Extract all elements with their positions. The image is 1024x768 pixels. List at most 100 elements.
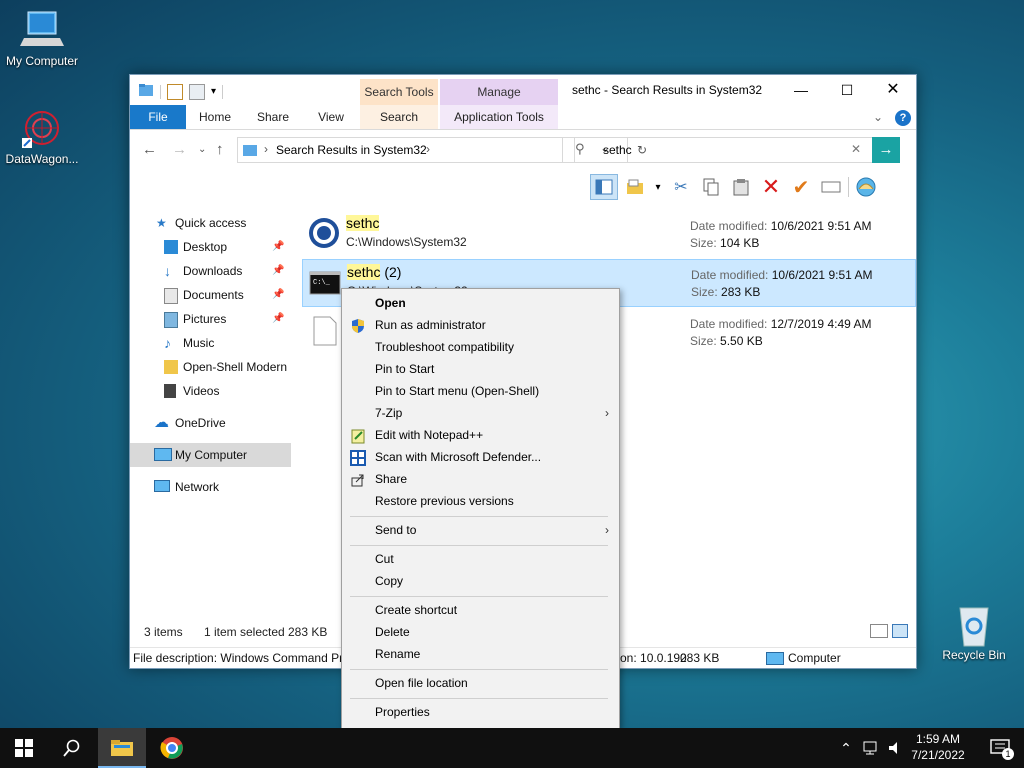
pin-icon[interactable]: 📌 xyxy=(272,235,284,259)
help-icon[interactable]: ? xyxy=(894,105,912,129)
location-label: Computer xyxy=(788,651,841,665)
breadcrumb-separator: › xyxy=(426,142,430,156)
file-size: Size: 104 KB xyxy=(690,236,760,250)
sidebar-item-quick-access[interactable]: ★ Quick access xyxy=(130,211,290,235)
file-name: sethc (2) xyxy=(347,264,402,280)
context-menu: Open Run as administrator Troubleshoot c… xyxy=(341,288,620,729)
chrome-taskbar-button[interactable] xyxy=(148,728,196,768)
search-button[interactable] xyxy=(48,728,96,768)
tab-home[interactable]: Home xyxy=(190,105,240,129)
menu-item-scan-with-defender[interactable]: Scan with Microsoft Defender... xyxy=(342,446,619,468)
divider xyxy=(222,84,224,99)
forward-button[interactable]: → xyxy=(172,141,187,158)
tab-application-tools[interactable]: Application Tools xyxy=(440,105,558,129)
sidebar-item-label: OneDrive xyxy=(175,416,226,430)
search-input[interactable]: sethc xyxy=(603,143,632,157)
sidebar-item-my-computer[interactable]: My Computer xyxy=(130,443,291,467)
search-box[interactable]: ⚲ sethc ✕ xyxy=(562,137,874,163)
sidebar-item-onedrive[interactable]: ☁ OneDrive xyxy=(130,411,290,435)
menu-item-delete[interactable]: Delete xyxy=(342,621,619,643)
menu-item-pin-to-start-menu-open-shell[interactable]: Pin to Start menu (Open-Shell) xyxy=(342,380,619,402)
search-go-button[interactable]: → xyxy=(872,137,900,163)
search-tools-header: Search Tools xyxy=(360,79,438,105)
large-icons-view-icon[interactable] xyxy=(892,624,908,638)
music-icon: ♪ xyxy=(164,335,171,351)
notification-count-badge: 1 xyxy=(1002,748,1014,760)
menu-item-share[interactable]: Share xyxy=(342,468,619,490)
pin-icon[interactable]: 📌 xyxy=(272,283,284,307)
breadcrumb[interactable]: Search Results in System32 xyxy=(276,143,427,157)
tab-view[interactable]: View xyxy=(306,105,356,129)
computer-icon xyxy=(20,10,64,50)
menu-item-run-as-administrator[interactable]: Run as administrator xyxy=(342,314,619,336)
minimize-button[interactable]: — xyxy=(778,75,824,105)
details-view-icon[interactable] xyxy=(870,624,888,638)
recent-locations-button[interactable]: ⌄ xyxy=(198,144,206,155)
network-icon xyxy=(154,480,170,492)
maximize-button[interactable]: ☐ xyxy=(824,75,870,105)
sidebar-item-music[interactable]: ♪ Music xyxy=(130,331,290,355)
folder-icon xyxy=(164,360,178,374)
sidebar-item-network[interactable]: Network xyxy=(130,475,290,499)
menu-item-rename[interactable]: Rename xyxy=(342,643,619,665)
desktop-icon-datawagon[interactable]: DataWagon... xyxy=(0,108,84,166)
menu-item-edit-with-notepad[interactable]: Edit with Notepad++ xyxy=(342,424,619,446)
menu-item-properties[interactable]: Properties xyxy=(342,701,619,723)
back-button[interactable]: ← xyxy=(142,141,157,158)
sidebar-item-documents[interactable]: Documents 📌 xyxy=(130,283,290,307)
desktop-icon-recycle-bin[interactable]: Recycle Bin xyxy=(932,604,1016,662)
volume-icon[interactable] xyxy=(882,728,908,768)
menu-item-cut[interactable]: Cut xyxy=(342,548,619,570)
action-center-button[interactable]: 1 xyxy=(976,728,1024,768)
start-button[interactable] xyxy=(0,728,48,768)
address-bar[interactable]: › Search Results in System32 › ⌄ ↻ xyxy=(237,137,647,163)
chevron-down-icon[interactable]: ⌄ xyxy=(870,105,886,129)
menu-item-pin-to-start[interactable]: Pin to Start xyxy=(342,358,619,380)
menu-item-send-to[interactable]: Send to › xyxy=(342,519,619,541)
menu-item-open[interactable]: Open xyxy=(342,292,619,314)
chevron-down-icon[interactable]: ▾ xyxy=(652,175,664,199)
sidebar-item-desktop[interactable]: Desktop 📌 xyxy=(130,235,290,259)
open-shell-icon[interactable] xyxy=(853,175,879,199)
chevron-down-icon[interactable]: ▾ xyxy=(211,86,216,97)
preview-pane-icon[interactable] xyxy=(590,174,618,200)
cut-icon[interactable]: ✂ xyxy=(668,175,694,199)
paste-icon[interactable] xyxy=(728,175,754,199)
menu-item-copy[interactable]: Copy xyxy=(342,570,619,592)
menu-item-restore-previous-versions[interactable]: Restore previous versions xyxy=(342,490,619,512)
sidebar-item-videos[interactable]: Videos xyxy=(130,379,290,403)
list-item[interactable]: sethc C:\Windows\System32 Date modified:… xyxy=(302,211,916,257)
new-folder-icon[interactable] xyxy=(622,175,648,199)
cloud-icon: ☁ xyxy=(154,414,169,431)
desktop-icon-my-computer[interactable]: My Computer xyxy=(0,10,84,68)
sidebar-item-pictures[interactable]: Pictures 📌 xyxy=(130,307,290,331)
pin-icon[interactable]: 📌 xyxy=(272,307,284,331)
item-count: 3 items xyxy=(144,625,183,639)
search-folder-icon xyxy=(242,142,258,161)
menu-item-create-shortcut[interactable]: Create shortcut xyxy=(342,599,619,621)
checkmark-icon[interactable]: ✔ xyxy=(788,175,814,199)
sidebar-item-label: Network xyxy=(175,480,220,494)
tab-file[interactable]: File xyxy=(130,105,186,129)
menu-item-7-zip[interactable]: 7-Zip › xyxy=(342,402,619,424)
file-explorer-taskbar-button[interactable] xyxy=(98,728,146,768)
menu-item-troubleshoot-compatibility[interactable]: Troubleshoot compatibility xyxy=(342,336,619,358)
new-folder-icon[interactable] xyxy=(189,83,205,100)
tab-share[interactable]: Share xyxy=(248,105,298,129)
sidebar-item-open-shell-modern[interactable]: Open-Shell Modern xyxy=(130,355,290,379)
tab-search[interactable]: Search xyxy=(360,105,438,129)
up-button[interactable]: ↑ xyxy=(216,141,224,158)
delete-icon[interactable]: ✕ xyxy=(758,174,784,199)
properties-icon[interactable] xyxy=(167,83,183,100)
copy-icon[interactable] xyxy=(698,175,724,199)
menu-item-open-file-location[interactable]: Open file location xyxy=(342,672,619,694)
clock[interactable]: 1:59 AM 7/21/2022 xyxy=(906,731,970,763)
close-button[interactable]: ✕ xyxy=(870,75,916,105)
chevron-up-icon[interactable]: ⌃ xyxy=(832,728,860,768)
sidebar-item-downloads[interactable]: ↓ Downloads 📌 xyxy=(130,259,290,283)
pin-icon[interactable]: 📌 xyxy=(272,259,284,283)
rename-icon[interactable] xyxy=(818,175,844,199)
clear-search-icon[interactable]: ✕ xyxy=(851,142,861,156)
open-shell-toolbar: ▾ ✂ ✕ ✔ xyxy=(590,173,879,201)
date-modified: Date modified: 10/6/2021 9:51 AM xyxy=(691,268,873,282)
